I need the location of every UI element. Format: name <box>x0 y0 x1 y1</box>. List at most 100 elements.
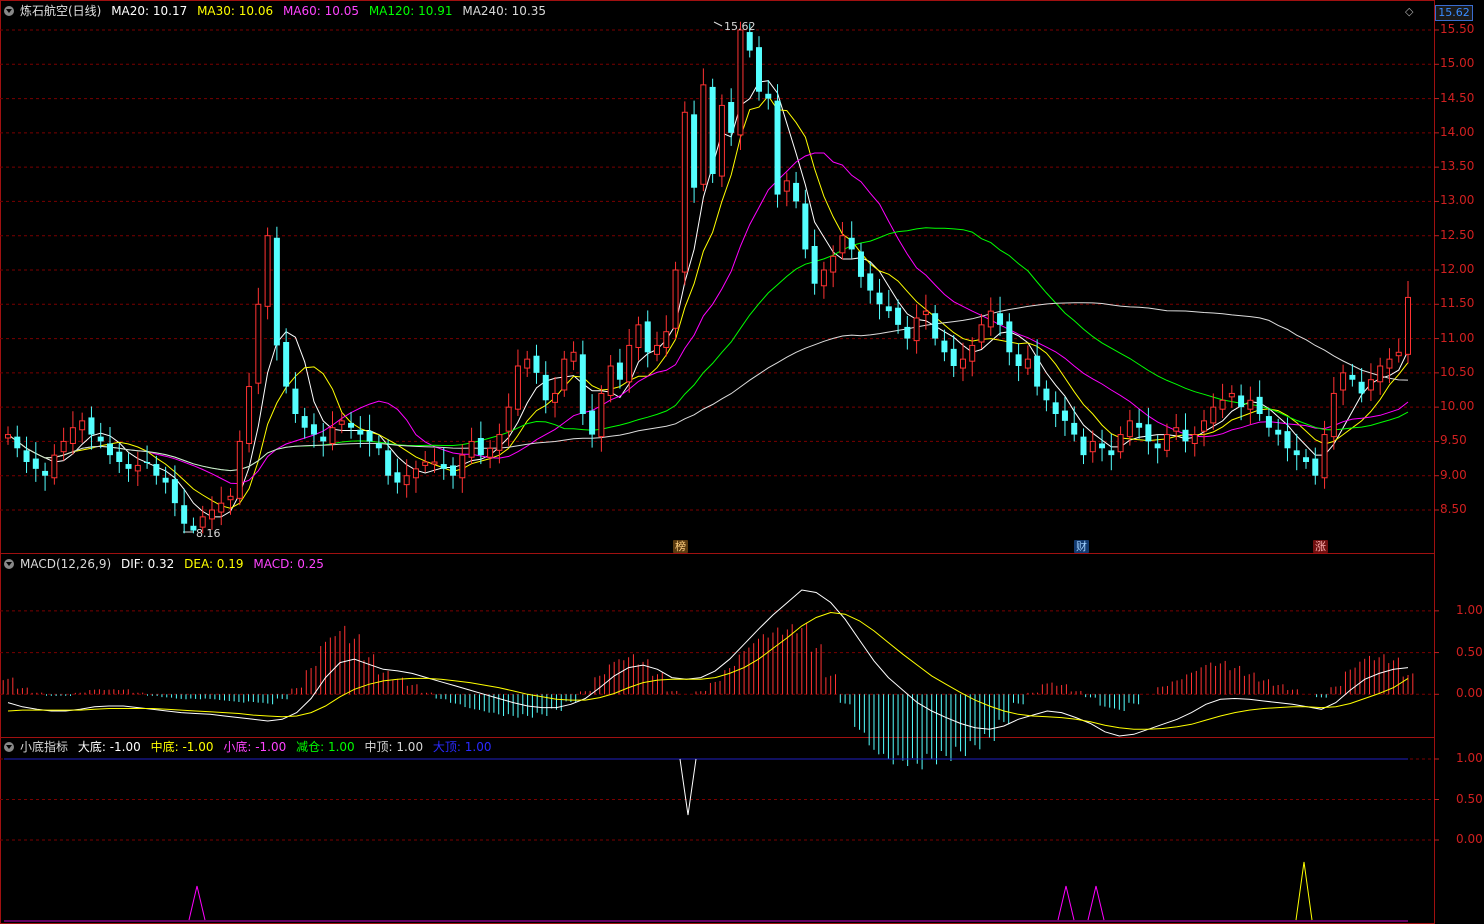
candle-body <box>450 465 457 476</box>
candle-body <box>14 436 21 449</box>
candle-body <box>246 386 253 444</box>
candle-body <box>1071 422 1078 435</box>
candle-body <box>477 438 484 456</box>
candle-body <box>997 313 1004 325</box>
candle-body <box>1358 381 1365 394</box>
candle-body <box>681 111 688 273</box>
candle-body <box>1015 354 1022 366</box>
chart-canvas <box>0 0 1439 924</box>
dif-label: DIF: 0.32 <box>120 557 175 571</box>
candle-body <box>412 468 419 479</box>
candle-body <box>542 374 549 401</box>
marker-cai[interactable]: 财 <box>1074 540 1089 553</box>
ma30-label: MA30: 10.06 <box>197 4 274 18</box>
y-tick-label: 13.00 <box>1440 193 1475 208</box>
candle-body <box>1238 395 1245 408</box>
y-tick-label: 1.00 <box>1456 602 1483 617</box>
high-price-label: 15.62 <box>724 20 756 33</box>
candle-body <box>1006 321 1013 353</box>
candle-body <box>1367 379 1374 391</box>
candle-body <box>403 475 410 486</box>
candle-body <box>589 410 596 435</box>
ma30-line <box>7 95 1409 509</box>
candle-body <box>97 436 104 442</box>
ma60-line <box>7 152 1409 485</box>
candle-body <box>116 451 123 462</box>
candle-body <box>1349 374 1356 380</box>
candle-body <box>1275 429 1282 435</box>
candle-body <box>774 100 781 195</box>
candle-body <box>1377 365 1384 383</box>
candle-body <box>802 203 809 250</box>
candle-body <box>375 443 382 449</box>
candle-body <box>459 454 466 479</box>
candle-body <box>5 434 11 439</box>
candle-body <box>1330 392 1337 438</box>
candle-body <box>644 321 651 353</box>
candle-body <box>487 447 494 458</box>
collapse-icon[interactable] <box>4 742 14 752</box>
price-legend: 炼石航空(日线) MA20: 10.17 MA30: 10.06 MA60: 1… <box>4 2 552 20</box>
y-tick-label: 1.00 <box>1456 751 1483 765</box>
jiancang-signal <box>679 758 697 816</box>
y-tick-label: 0.50 <box>1456 644 1483 659</box>
candle-body <box>23 450 30 462</box>
panel-border-1 <box>0 553 1435 738</box>
candle-body <box>283 342 290 387</box>
candle-body <box>1228 392 1235 398</box>
candle-body <box>1163 434 1170 451</box>
candle-body <box>709 86 716 174</box>
candle-body <box>162 477 169 483</box>
y-tick-label: 14.50 <box>1440 90 1475 105</box>
collapse-icon[interactable] <box>4 559 14 569</box>
candle-body <box>310 424 317 435</box>
candle-body <box>616 362 623 380</box>
candle-body <box>1043 388 1050 401</box>
y-tick-label: 12.00 <box>1440 262 1475 276</box>
marker-bang[interactable]: 榜 <box>673 540 688 553</box>
candle-body <box>579 354 586 414</box>
candle-body <box>848 237 855 250</box>
candle-body <box>941 340 948 353</box>
candle-body <box>218 502 225 513</box>
xiaodi-signal <box>1057 885 1075 921</box>
candle-body <box>1405 296 1411 355</box>
y-tick-label: 11.00 <box>1440 330 1475 345</box>
candle-body <box>394 472 401 483</box>
candle-body <box>533 355 540 373</box>
candle-body <box>700 84 707 185</box>
candle-body <box>134 464 141 472</box>
candle-body <box>654 344 661 355</box>
candle-body <box>292 388 299 414</box>
candle-body <box>208 509 215 520</box>
candle-body <box>273 237 280 346</box>
indicator-grid <box>0 758 1439 841</box>
candle-body <box>1219 399 1226 410</box>
settings-diamond-icon[interactable]: ◇ <box>1405 5 1413 18</box>
candle-body <box>338 420 345 425</box>
candle-body <box>1395 351 1402 357</box>
candle-body <box>663 331 670 348</box>
candle-body <box>505 406 512 432</box>
candle-body <box>320 436 327 442</box>
marker-zhang[interactable]: 涨 <box>1313 540 1328 553</box>
candle-body <box>255 303 262 384</box>
y-tick-label: 12.50 <box>1440 227 1475 242</box>
candle-body <box>691 114 698 188</box>
indicator-legend: 小底指标 大底: -1.00 中底: -1.00 小底: -1.00 减仓: 1… <box>4 738 497 756</box>
candle-body <box>561 358 568 391</box>
panel-border-0 <box>0 0 1435 554</box>
candle-body <box>1173 427 1180 432</box>
candle-body <box>552 392 559 403</box>
candle-body <box>857 251 864 277</box>
y-tick-label: 9.00 <box>1440 467 1467 482</box>
candle-body <box>626 344 633 383</box>
candle-body <box>950 348 957 366</box>
candle-body <box>88 417 95 435</box>
candle-body <box>830 255 837 273</box>
candle-body <box>1136 422 1143 428</box>
macd-lines <box>7 589 1409 737</box>
candle-body <box>1126 420 1133 438</box>
candle-body <box>1154 443 1161 449</box>
collapse-icon[interactable] <box>4 6 14 16</box>
